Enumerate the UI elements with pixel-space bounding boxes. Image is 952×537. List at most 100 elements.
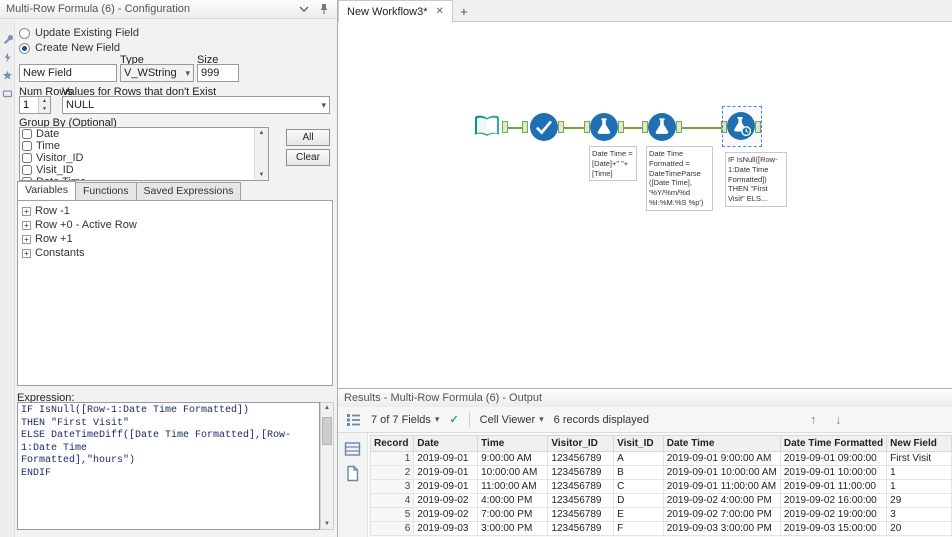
radio-create-new-field[interactable]: Create New Field <box>19 42 120 54</box>
tree-item[interactable]: + Row +1 <box>22 232 332 246</box>
table-cell[interactable]: 7:00:00 PM <box>477 507 549 522</box>
table-row[interactable]: 3 2019-09-01 11:00:00 AM 123456789 C 2019-09-… <box>369 479 952 494</box>
output-anchor[interactable] <box>558 121 564 133</box>
table-cell[interactable]: 2019-09-02 <box>413 507 479 522</box>
group-by-item[interactable]: Date <box>20 128 268 140</box>
column-header[interactable]: Date <box>413 435 479 452</box>
cell-viewer-dropdown[interactable]: Cell Viewer ▾ <box>480 414 544 426</box>
tree-item[interactable]: + Row -1 <box>22 204 332 218</box>
record-number[interactable]: 6 <box>369 521 415 536</box>
chevron-down-icon[interactable] <box>297 2 311 16</box>
table-cell[interactable]: 2019-09-01 <box>413 465 479 480</box>
group-by-clear-button[interactable]: Clear <box>286 149 330 166</box>
multi-row-formula-tool[interactable] <box>727 112 755 140</box>
tab-saved-expressions[interactable]: Saved Expressions <box>135 182 242 200</box>
expand-icon[interactable]: + <box>22 220 31 230</box>
table-cell[interactable]: 1 <box>886 479 952 494</box>
table-row[interactable]: 5 2019-09-02 7:00:00 PM 123456789 E 2019-09-0… <box>369 507 952 522</box>
table-cell[interactable]: 1 <box>886 465 952 480</box>
expand-icon[interactable]: + <box>22 234 31 244</box>
variables-tree[interactable]: + Row -1 + Row +0 - Active Row + Row +1 + Const… <box>17 200 333 386</box>
table-cell[interactable]: E <box>613 507 664 522</box>
scroll-down-icon[interactable]: ↓ <box>835 412 842 427</box>
grid-layout-icon[interactable] <box>346 413 361 427</box>
group-by-scrollbar[interactable]: ▲ ▼ <box>254 128 268 180</box>
table-cell[interactable]: 29 <box>886 493 952 508</box>
expand-icon[interactable]: + <box>22 248 31 258</box>
formula-tool-2[interactable] <box>648 113 676 141</box>
new-field-input[interactable] <box>19 64 117 82</box>
scroll-up-icon[interactable]: ▲ <box>324 403 330 413</box>
table-cell[interactable]: 2019-09-01 <box>413 451 479 466</box>
new-workflow-tab-button[interactable]: + <box>453 0 475 22</box>
text-input-tool[interactable] <box>472 112 502 142</box>
scrollbar-thumb[interactable] <box>322 417 332 445</box>
table-cell[interactable]: 2019-09-03 15:00:00 <box>779 521 888 536</box>
formula-tool-1[interactable] <box>590 113 618 141</box>
tag-icon[interactable] <box>2 88 13 99</box>
table-cell[interactable]: 20 <box>886 521 952 536</box>
size-input[interactable] <box>197 64 239 82</box>
table-row[interactable]: 4 2019-09-02 4:00:00 PM 123456789 D 2019-09-0… <box>369 493 952 508</box>
table-row[interactable]: 6 2019-09-03 3:00:00 PM 123456789 F 2019-09-0… <box>369 521 952 536</box>
table-cell[interactable]: A <box>613 451 664 466</box>
input-anchor[interactable] <box>522 121 528 133</box>
table-cell[interactable]: 4:00:00 PM <box>477 493 549 508</box>
table-cell[interactable]: 123456789 <box>547 479 615 494</box>
group-by-checkbox[interactable] <box>22 129 32 139</box>
select-tool[interactable] <box>530 113 558 141</box>
scroll-up-icon[interactable]: ↑ <box>810 412 817 427</box>
group-by-item[interactable]: Time <box>20 140 268 152</box>
group-by-checkbox[interactable] <box>22 153 32 163</box>
record-number[interactable]: 5 <box>369 507 415 522</box>
table-cell[interactable]: F <box>613 521 664 536</box>
results-table[interactable]: Record Date Time Visitor_ID Visit_ID Date Tim… <box>369 435 952 536</box>
record-number[interactable]: 3 <box>369 479 415 494</box>
column-header[interactable]: Date Time Formatted <box>779 435 888 452</box>
table-cell[interactable]: 123456789 <box>547 507 615 522</box>
table-cell[interactable]: 2019-09-02 <box>413 493 479 508</box>
table-cell[interactable]: D <box>613 493 664 508</box>
table-cell[interactable]: 2019-09-01 <box>413 479 479 494</box>
metadata-view-icon[interactable] <box>344 465 361 482</box>
table-cell[interactable]: 2019-09-01 10:00:00 <box>779 465 888 480</box>
table-cell[interactable]: 2019-09-03 3:00:00 PM <box>662 521 781 536</box>
group-by-checkbox[interactable] <box>22 141 32 151</box>
table-cell[interactable]: 123456789 <box>547 451 615 466</box>
workflow-canvas[interactable]: New Workflow3* ✕ + Date Time = [Date]+" … <box>338 0 952 389</box>
spin-up-icon[interactable]: ▲ <box>39 97 50 105</box>
table-cell[interactable]: 2019-09-02 7:00:00 PM <box>662 507 781 522</box>
star-icon[interactable] <box>2 70 13 81</box>
tool-annotation[interactable]: Date Time = [Date]+" "+ [Time] <box>589 146 637 182</box>
values-rows-dropdown[interactable]: NULL ▾ <box>62 96 330 114</box>
column-header[interactable]: Record <box>369 435 415 452</box>
tool-annotation[interactable]: IF IsNull([Row-1:Date Time Formatted]) T… <box>725 152 787 207</box>
column-header[interactable]: Date Time <box>662 435 781 452</box>
column-header[interactable]: Time <box>477 435 549 452</box>
table-cell[interactable]: 9:00:00 AM <box>477 451 549 466</box>
table-cell[interactable]: 10:00:00 AM <box>477 465 549 480</box>
close-icon[interactable]: ✕ <box>436 6 444 17</box>
table-cell[interactable]: 2019-09-01 11:00:00 <box>779 479 888 494</box>
pin-icon[interactable] <box>317 2 331 16</box>
table-cell[interactable]: 2019-09-01 09:00:00 <box>779 451 888 466</box>
num-rows-value[interactable] <box>20 97 38 113</box>
scroll-down-icon[interactable]: ▼ <box>324 519 330 529</box>
group-by-all-button[interactable]: All <box>286 129 330 146</box>
expression-scrollbar[interactable]: ▲ ▼ <box>320 402 334 530</box>
tab-variables[interactable]: Variables <box>17 181 76 200</box>
radio-update-existing-field[interactable]: Update Existing Field <box>19 27 139 39</box>
table-cell[interactable]: 2019-09-02 4:00:00 PM <box>662 493 781 508</box>
table-cell[interactable]: 3 <box>886 507 952 522</box>
tool-annotation[interactable]: Date Time Formatted = DateTimeParse ([Da… <box>646 146 713 211</box>
tree-item[interactable]: + Row +0 - Active Row <box>22 218 332 232</box>
table-cell[interactable]: 11:00:00 AM <box>477 479 549 494</box>
wrench-icon[interactable] <box>2 34 14 45</box>
table-cell[interactable]: B <box>613 465 664 480</box>
output-anchor[interactable] <box>502 121 508 133</box>
expression-editor[interactable]: IF IsNull([Row-1:Date Time Formatted]) T… <box>17 402 320 530</box>
table-cell[interactable]: 2019-09-02 16:00:00 <box>779 493 888 508</box>
group-by-item[interactable]: Visit_ID <box>20 164 268 176</box>
output-anchor[interactable] <box>676 121 682 133</box>
scroll-up-icon[interactable]: ▲ <box>259 128 265 138</box>
